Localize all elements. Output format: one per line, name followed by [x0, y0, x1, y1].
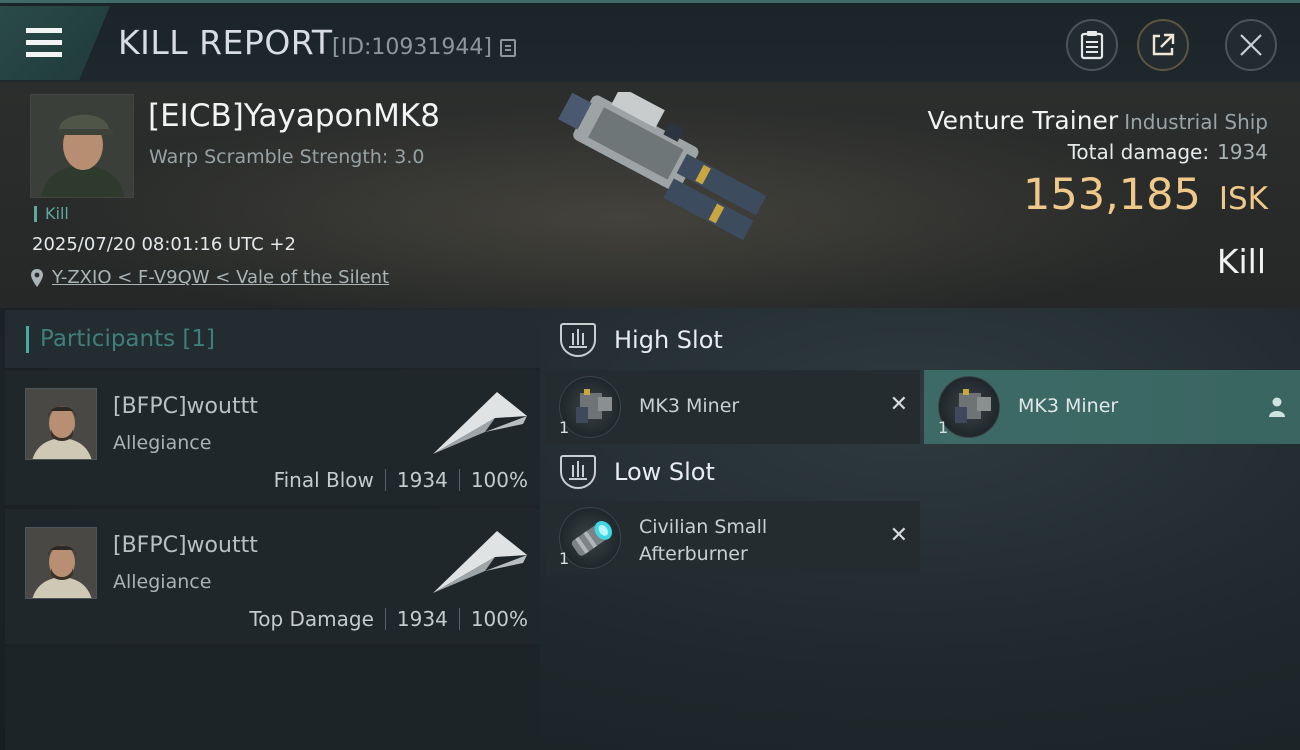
participant-stats: Top Damage 1934 100% — [249, 607, 528, 631]
avatar[interactable] — [25, 527, 97, 599]
divider — [458, 469, 460, 491]
low-slot-label: Low Slot — [614, 458, 715, 486]
page-title: KILL REPORT — [118, 23, 333, 62]
high-slot-icon — [560, 323, 596, 357]
top-bar: KILL REPORT [ID:10931944] — [0, 0, 1300, 82]
participant-damage: 1934 — [396, 607, 448, 631]
participant-alliance: Allegiance — [113, 571, 212, 593]
share-icon — [1152, 33, 1175, 56]
victim-name[interactable]: [EICB]YayaponMK8 — [148, 98, 440, 134]
isk-unit: ISK — [1218, 181, 1268, 217]
result-label: Kill — [1216, 242, 1266, 281]
participant-role: Final Blow — [273, 468, 374, 492]
ship-name[interactable]: Venture Trainer — [927, 106, 1118, 135]
clipboard-icon — [1080, 31, 1104, 60]
clipboard-button[interactable] — [1066, 19, 1118, 71]
isk-value: 153,185 — [1023, 170, 1201, 220]
participants-empty-area — [5, 647, 540, 750]
participant-stats: Final Blow 1934 100% — [274, 468, 528, 492]
participant-ship-icon[interactable] — [425, 527, 530, 597]
module-item[interactable]: 1 Civilian Small Afterburner ✕ — [545, 501, 920, 575]
location-pin-icon — [31, 268, 43, 287]
header-accent-bar — [26, 326, 29, 353]
module-item[interactable]: 1 MK3 Miner ✕ — [545, 370, 920, 444]
kill-location-link[interactable]: Y-ZXIO < F-V9QW < Vale of the Silent — [30, 267, 389, 288]
module-name-line-1: Civilian Small — [639, 516, 768, 538]
victim-panel: [EICB]YayaponMK8 Warp Scramble Strength:… — [0, 82, 1300, 308]
module-name: Civilian Small Afterburner — [639, 514, 767, 568]
location-text: Y-ZXIO < F-V9QW < Vale of the Silent — [52, 267, 390, 288]
pilot-icon — [1269, 397, 1285, 417]
module-name: MK3 Miner — [1018, 395, 1119, 417]
destroyed-x-icon: ✕ — [889, 392, 908, 417]
menu-icon — [26, 28, 62, 64]
close-button[interactable] — [1225, 19, 1277, 71]
participants-title: Participants [1] — [40, 326, 215, 352]
module-quantity: 1 — [938, 418, 949, 437]
participants-header: Participants [1] — [5, 310, 540, 368]
module-name-line-2: Afterburner — [639, 543, 748, 565]
copy-icon[interactable] — [500, 39, 516, 57]
divider — [384, 469, 386, 491]
participant-name[interactable]: [BFPC]wouttt — [113, 533, 258, 558]
participant-role: Top Damage — [249, 607, 374, 631]
total-damage-value: 1934 — [1217, 140, 1268, 164]
warp-scramble-strength: Warp Scramble Strength: 3.0 — [149, 146, 425, 168]
victim-portrait-image — [31, 95, 133, 197]
divider — [384, 608, 386, 630]
victim-avatar[interactable] — [30, 94, 134, 198]
share-button[interactable] — [1137, 19, 1189, 71]
participant-alliance: Allegiance — [113, 432, 212, 454]
participant-portrait-image — [26, 389, 96, 459]
module-item-dropped[interactable]: 1 MK3 Miner — [924, 370, 1300, 444]
module-name: MK3 Miner — [639, 395, 740, 417]
participant-percent: 100% — [470, 468, 528, 492]
isk-value-row: 153,185 ISK — [1023, 170, 1268, 220]
ship-info: Venture Trainer Industrial Ship — [927, 106, 1268, 135]
participant-damage: 1934 — [396, 468, 448, 492]
high-slot-header: High Slot — [560, 323, 723, 357]
kill-timestamp: 2025/07/20 08:01:16 UTC +2 — [32, 234, 296, 255]
participant-row[interactable]: [BFPC]wouttt Allegiance Final Blow 1934 … — [5, 370, 540, 505]
participant-name[interactable]: [BFPC]wouttt — [113, 394, 258, 419]
victim-ship-render[interactable] — [520, 92, 790, 272]
total-damage-label: Total damage: — [1067, 140, 1210, 164]
low-slot-icon — [560, 455, 596, 489]
module-quantity: 1 — [559, 549, 570, 568]
destroyed-x-icon: ✕ — [889, 523, 908, 548]
participant-ship-icon[interactable] — [425, 388, 530, 458]
participant-portrait-image — [26, 528, 96, 598]
menu-button[interactable] — [0, 6, 110, 80]
divider — [458, 608, 460, 630]
total-damage: Total damage: 1934 — [1068, 140, 1268, 164]
high-slot-label: High Slot — [614, 326, 723, 354]
avatar[interactable] — [25, 388, 97, 460]
participant-row[interactable]: [BFPC]wouttt Allegiance Top Damage 1934 … — [5, 509, 540, 644]
participant-percent: 100% — [470, 607, 528, 631]
kill-tag: Kill — [34, 206, 69, 222]
ship-class: Industrial Ship — [1124, 110, 1268, 134]
report-id: [ID:10931944] — [332, 35, 492, 60]
close-icon — [1240, 34, 1262, 56]
participants-panel: Participants [1] [BFPC]wouttt Allegiance… — [5, 310, 540, 750]
low-slot-header: Low Slot — [560, 455, 715, 489]
module-quantity: 1 — [559, 418, 570, 437]
